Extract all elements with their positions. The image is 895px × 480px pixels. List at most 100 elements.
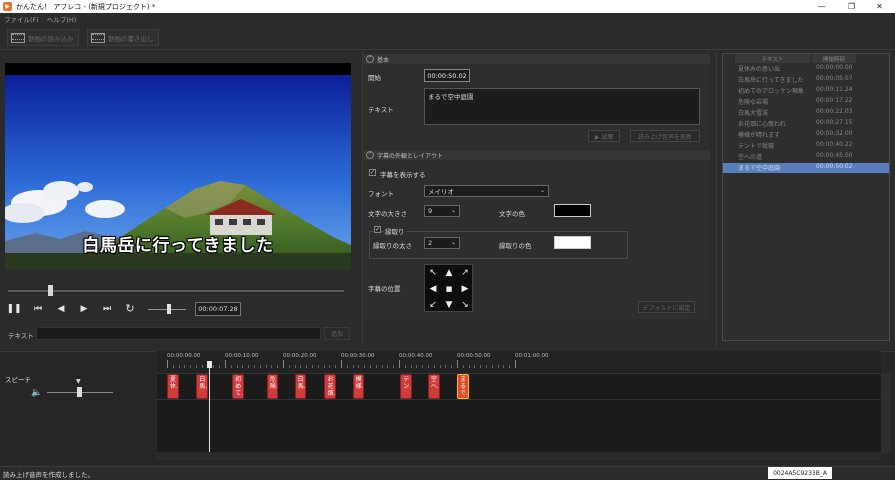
speech-track[interactable] [157, 373, 881, 400]
basic-section-header[interactable]: ^ 基本 [363, 54, 710, 64]
menu-help[interactable]: ヘルプ(H) [43, 14, 80, 24]
list-item[interactable]: 白馬岳に行ってきました 00:00:05.07 [723, 75, 889, 85]
timeline-clip[interactable]: まるで... [457, 374, 469, 399]
film-icon [11, 32, 25, 43]
tick-minor [312, 365, 313, 368]
timeline-clip[interactable]: 白馬... [196, 374, 208, 399]
font-select[interactable]: メイリオ ⌄ [424, 185, 549, 197]
speaker-icon[interactable]: 🔈 [31, 388, 42, 398]
pause-icon[interactable]: ❚❚ [6, 302, 21, 315]
set-default-button[interactable]: デフォルトに設定 [638, 301, 695, 313]
menu-file[interactable]: ファイル(F) [0, 14, 43, 24]
arrow-down-right-icon[interactable]: ↘ [458, 298, 472, 312]
seek-bar[interactable] [8, 290, 344, 292]
arrow-left-icon[interactable]: ◀ [426, 282, 440, 296]
tick-minor [404, 365, 406, 368]
list-item[interactable]: テントで就寝 00:00:40.22 [723, 141, 889, 151]
list-item[interactable]: お花畑に心奪われ 00:00:27.15 [723, 119, 889, 129]
list-item[interactable]: 初めてのアロッケン現象 00:00:11.24 [723, 86, 889, 96]
arrow-right-icon[interactable]: ▶ [458, 282, 472, 296]
tick-minor [491, 365, 493, 368]
arrow-up-icon[interactable]: ▲ [442, 266, 456, 280]
list-item[interactable]: 空への道 00:00:45.00 [723, 152, 889, 162]
font-size-select[interactable]: 9 ⌄ [424, 205, 460, 217]
tick-minor [428, 365, 429, 368]
collapse-icon[interactable]: ^ [366, 55, 374, 63]
load-video-button[interactable]: 動画の読み込み [7, 29, 79, 46]
loop-icon[interactable]: ↻ [123, 302, 137, 315]
tick-minor [346, 365, 348, 368]
vertical-scrollbar[interactable] [881, 373, 891, 453]
timeline-clip[interactable]: 初めて... [232, 374, 244, 399]
timeline-clip[interactable]: お花畑... [324, 374, 337, 399]
subtitle-text-input[interactable] [36, 327, 321, 340]
step-back-icon[interactable]: ◀ [54, 302, 68, 315]
timeline-clip[interactable]: 夏休... [167, 374, 179, 399]
minimize-button[interactable]: — [808, 0, 835, 13]
timeline-clip[interactable]: 危険... [266, 374, 279, 399]
list-item-text: 初めてのアロッケン現象 [738, 88, 804, 95]
tick-mark [399, 360, 400, 368]
arrow-up-left-icon[interactable]: ↖ [426, 266, 440, 280]
step-forward-icon[interactable]: ▶ [77, 302, 91, 315]
tick-minor [503, 365, 505, 368]
list-item[interactable]: 危険な岩場 00:00:17.22 [723, 97, 889, 107]
arrow-up-right-icon[interactable]: ↗ [458, 266, 472, 280]
show-subtitle-checkbox[interactable]: ✓ [369, 169, 376, 176]
arrow-down-icon[interactable]: ▼ [442, 298, 456, 312]
update-voice-button[interactable]: 読み上げ音声を更新 [630, 130, 700, 142]
tick-minor [486, 365, 487, 368]
collapse-icon[interactable]: ^ [366, 151, 374, 159]
list-item[interactable]: まるで空中庭園 00:00:50.02 [723, 163, 889, 173]
horizontal-scrollbar[interactable] [157, 453, 881, 460]
font-size-value: 9 [428, 207, 433, 215]
list-header-time[interactable]: 開始時刻 [812, 54, 856, 63]
subtitle-textarea[interactable]: まるで空中庭園 [424, 88, 700, 125]
timeline-clip[interactable]: テン... [400, 374, 412, 399]
add-button[interactable]: 追加 [324, 327, 350, 340]
tick-minor [439, 365, 441, 368]
playhead-handle[interactable] [207, 361, 213, 368]
close-button[interactable]: ✕ [866, 0, 893, 13]
export-video-label: 動画の書き出し [108, 34, 154, 43]
outline-checkbox[interactable]: ✓ [374, 226, 381, 233]
tick-label: 00:00:20.00 [283, 353, 317, 359]
timeline-clip[interactable]: 白馬... [294, 374, 307, 399]
timeline-clip[interactable]: 空へ... [428, 374, 440, 399]
position-label: 字幕の位置 [368, 285, 401, 293]
video-preview[interactable]: 白馬岳に行ってきました [5, 63, 351, 270]
text-color-swatch[interactable] [554, 204, 591, 217]
list-item[interactable]: 模様が晴れます 00:00:32.00 [723, 130, 889, 140]
skip-start-icon[interactable]: ⏮ [31, 302, 45, 315]
center-icon[interactable]: ■ [442, 282, 456, 296]
tick-minor [248, 365, 250, 368]
maximize-button[interactable]: ❐ [838, 0, 865, 13]
volume-handle[interactable] [167, 304, 171, 314]
tick-label: 00:00:50.00 [457, 353, 491, 359]
title-bar: ▶ かんたん！ アフレコ - (新規プロジェクト) * — ❐ ✕ [0, 0, 895, 13]
timeline-clip[interactable]: 模様... [352, 374, 365, 399]
list-item[interactable]: 白馬大雪渓 00:00:22.03 [723, 108, 889, 118]
app-icon: ▶ [3, 2, 12, 11]
tick-minor [329, 365, 331, 368]
tick-mark [515, 360, 516, 368]
playhead[interactable] [209, 362, 211, 452]
appearance-section-header[interactable]: ^ 字幕の外観とレイアウト [363, 150, 710, 160]
list-item[interactable]: 夏休みの思い出 00:00:00.00 [723, 64, 889, 74]
start-time-input[interactable]: 00:00:50.02 [424, 69, 470, 82]
outline-width-select[interactable]: 2 ⌄ [424, 237, 460, 249]
seek-handle[interactable] [48, 285, 54, 296]
tick-minor [497, 365, 499, 368]
listen-button[interactable]: ▶ 試聴 [588, 130, 620, 142]
list-header-text[interactable]: テキスト [735, 54, 810, 63]
tick-minor [306, 365, 308, 368]
skip-end-icon[interactable]: ⏭ [100, 302, 114, 315]
arrow-down-left-icon[interactable]: ↙ [426, 298, 440, 312]
track-volume-handle[interactable] [77, 387, 82, 397]
export-video-button[interactable]: 動画の書き出し [87, 29, 159, 46]
outline-color-swatch[interactable] [554, 236, 591, 249]
list-item-text: まるで空中庭園 [738, 165, 781, 172]
font-label: フォント [368, 190, 394, 198]
tick-minor [277, 365, 279, 368]
tick-label: 00:00:30.00 [341, 353, 375, 359]
